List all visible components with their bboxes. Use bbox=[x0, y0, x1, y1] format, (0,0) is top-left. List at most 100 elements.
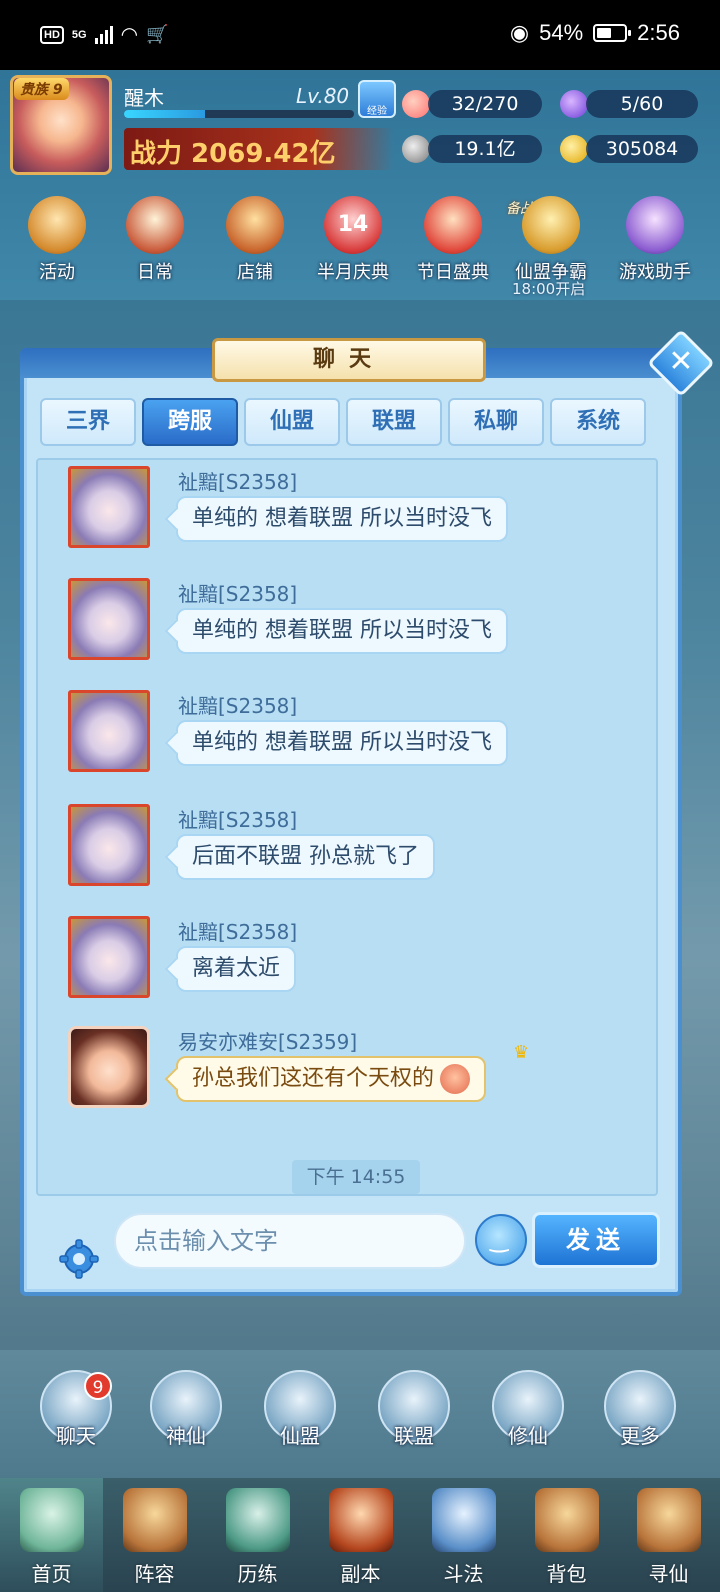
guild-button[interactable]: 仙盟 bbox=[260, 1370, 340, 1449]
chat-tab-bar: 三界 跨服 仙盟 联盟 私聊 系统 bbox=[40, 398, 660, 448]
sender-name: 易安亦难安[S2359] bbox=[178, 1030, 358, 1054]
sender-avatar[interactable] bbox=[68, 804, 150, 886]
nav-home[interactable]: 首页 bbox=[0, 1478, 103, 1592]
sender-name: 祉黯[S2358] bbox=[178, 808, 298, 832]
festival-label: 节日盛典 bbox=[417, 262, 489, 283]
stamina-value[interactable]: 32/270 bbox=[428, 90, 542, 118]
energy-value[interactable]: 5/60 bbox=[586, 90, 698, 118]
nav-seek-immortal-label: 寻仙 bbox=[648, 1562, 689, 1586]
tab-guild[interactable]: 仙盟 bbox=[244, 398, 340, 446]
activity-icon bbox=[28, 196, 86, 254]
exp-bar-fill bbox=[124, 110, 205, 118]
sender-name: 祉黯[S2358] bbox=[178, 920, 298, 944]
spirit-flame-icon bbox=[560, 90, 588, 118]
copper-value[interactable]: 19.1亿 bbox=[428, 135, 542, 163]
game-assistant-label: 游戏助手 bbox=[619, 262, 691, 283]
nav-dungeon-label: 副本 bbox=[340, 1562, 381, 1586]
message-timestamp: 下午 14:55 bbox=[292, 1160, 420, 1194]
game-assistant-button[interactable]: 游戏助手 bbox=[612, 196, 698, 284]
daily-button[interactable]: 日常 bbox=[112, 196, 198, 284]
peach-icon bbox=[402, 90, 430, 118]
sender-avatar[interactable] bbox=[68, 916, 150, 998]
activity-label: 活动 bbox=[39, 262, 75, 283]
combat-power: 战力 2069.42亿 bbox=[130, 139, 336, 169]
status-bar: HD 5G ◠ 🛒 ◉ 54% 2:56 bbox=[0, 0, 720, 70]
tab-alliance[interactable]: 联盟 bbox=[346, 398, 442, 446]
immortal-button[interactable]: 神仙 bbox=[146, 1370, 226, 1449]
message-bubble: 离着太近 bbox=[176, 946, 297, 992]
activity-button[interactable]: 活动 bbox=[14, 196, 100, 284]
bag-icon bbox=[534, 1488, 599, 1552]
more-button[interactable]: 更多 bbox=[600, 1370, 680, 1449]
guild-label: 仙盟 bbox=[280, 1424, 320, 1448]
home-icon bbox=[19, 1488, 84, 1552]
hd-icon: HD bbox=[40, 25, 64, 44]
sender-name: 祉黯[S2358] bbox=[178, 694, 298, 718]
half-month-celebration-icon: 14 bbox=[324, 196, 382, 254]
sender-name: 祉黯[S2358] bbox=[178, 470, 298, 494]
sender-avatar[interactable] bbox=[68, 1026, 150, 1108]
sender-avatar[interactable] bbox=[68, 466, 150, 548]
chat-input[interactable]: 点击输入文字 bbox=[114, 1213, 466, 1269]
gold-ingot-icon bbox=[560, 135, 588, 163]
message-bubble: 单纯的 想着联盟 所以当时没飞 bbox=[176, 720, 508, 766]
tab-cross-server[interactable]: 跨服 bbox=[142, 398, 238, 446]
seek-immortal-icon bbox=[636, 1488, 701, 1552]
shop-label: 店铺 bbox=[237, 262, 273, 283]
daily-scroll-icon bbox=[126, 196, 184, 254]
nav-bag-label: 背包 bbox=[546, 1562, 587, 1586]
guild-war-open-time: 18:00开启 bbox=[512, 280, 586, 298]
game-assistant-icon bbox=[626, 196, 684, 254]
nav-training[interactable]: 历练 bbox=[206, 1478, 309, 1592]
shop-button[interactable]: 店铺 bbox=[212, 196, 298, 284]
more-label: 更多 bbox=[620, 1424, 660, 1448]
lineup-icon bbox=[122, 1488, 187, 1552]
alliance-button[interactable]: 联盟 bbox=[374, 1370, 454, 1449]
half-month-celebration-button[interactable]: 14 半月庆典 bbox=[310, 196, 396, 284]
tab-system[interactable]: 系统 bbox=[550, 398, 646, 446]
festival-button[interactable]: 节日盛典 bbox=[410, 196, 496, 284]
tab-three-realms[interactable]: 三界 bbox=[40, 398, 136, 446]
guild-war-icon bbox=[522, 196, 580, 254]
nav-lineup-label: 阵容 bbox=[134, 1562, 175, 1586]
message-bubble: 后面不联盟 孙总就飞了 bbox=[176, 834, 435, 880]
festival-gift-icon bbox=[424, 196, 482, 254]
tab-private[interactable]: 私聊 bbox=[448, 398, 544, 446]
send-button[interactable]: 发送 bbox=[532, 1212, 660, 1268]
close-icon[interactable]: ✕ bbox=[657, 339, 705, 387]
nav-lineup[interactable]: 阵容 bbox=[103, 1478, 206, 1592]
sender-avatar[interactable] bbox=[68, 690, 150, 772]
gold-value[interactable]: 305084 bbox=[586, 135, 698, 163]
chat-title: 聊天 bbox=[212, 338, 486, 382]
guild-war-button[interactable]: 仙盟争霸 bbox=[508, 196, 594, 284]
training-icon bbox=[225, 1488, 290, 1552]
exp-boost-button[interactable]: 经验 bbox=[358, 80, 396, 118]
daily-label: 日常 bbox=[137, 262, 173, 283]
vip-badge[interactable]: 贵族 9 bbox=[14, 78, 69, 100]
message-bubble: 单纯的 想着联盟 所以当时没飞 bbox=[176, 608, 508, 654]
crown-icon: ♛ bbox=[513, 1042, 530, 1063]
nav-battle-label: 斗法 bbox=[443, 1562, 484, 1586]
battery-percent: 54% bbox=[539, 20, 584, 45]
cultivation-button[interactable]: 修仙 bbox=[488, 1370, 568, 1449]
half-month-celebration-label: 半月庆典 bbox=[317, 262, 389, 283]
gear-icon[interactable] bbox=[58, 1238, 100, 1280]
wifi-icon: ◠ bbox=[120, 24, 139, 46]
dungeon-icon bbox=[328, 1488, 393, 1552]
nav-battle[interactable]: 斗法 bbox=[412, 1478, 515, 1592]
nav-bag[interactable]: 背包 bbox=[515, 1478, 618, 1592]
message-bubble-vip: 孙总我们这还有个天权的 bbox=[176, 1056, 487, 1102]
sender-avatar[interactable] bbox=[68, 578, 150, 660]
shop-icon bbox=[226, 196, 284, 254]
copper-coin-icon bbox=[402, 135, 430, 163]
eye-icon: ◉ bbox=[509, 20, 530, 45]
cultivation-label: 修仙 bbox=[508, 1424, 548, 1448]
blush-emoji-icon bbox=[440, 1064, 471, 1094]
emoji-button[interactable] bbox=[475, 1214, 527, 1266]
nav-seek-immortal[interactable]: 寻仙 bbox=[617, 1478, 720, 1592]
nav-dungeon[interactable]: 副本 bbox=[309, 1478, 412, 1592]
battle-icon bbox=[431, 1488, 496, 1552]
nav-home-label: 首页 bbox=[31, 1562, 72, 1586]
message-list[interactable]: 祉黯[S2358] 单纯的 想着联盟 所以当时没飞 祉黯[S2358] 单纯的 … bbox=[36, 458, 658, 1196]
player-name: 醒木 bbox=[124, 86, 164, 110]
